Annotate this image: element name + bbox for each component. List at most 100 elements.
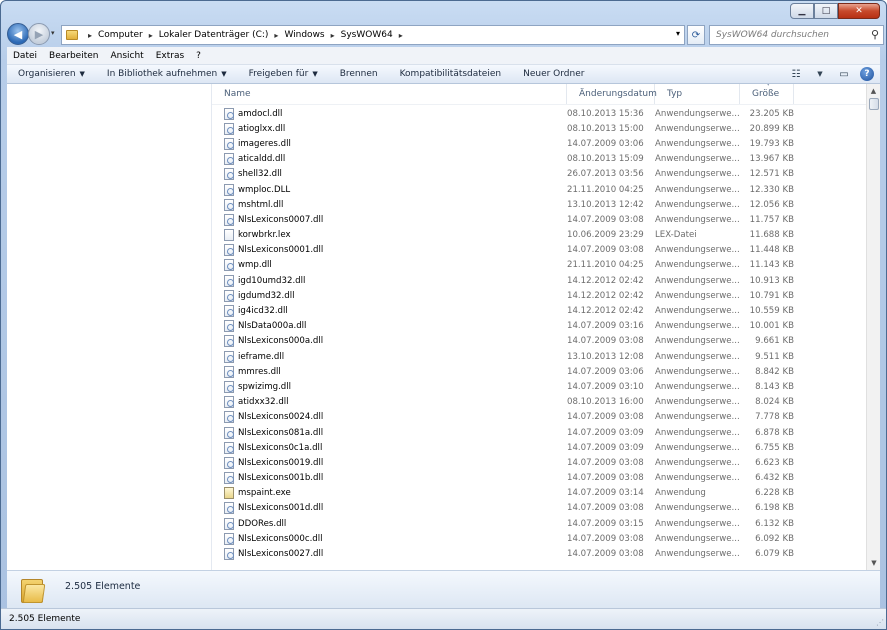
file-name-cell[interactable]: NlsLexicons0001.dll (212, 244, 567, 257)
file-name-cell[interactable]: NlsLexicons000c.dll (212, 532, 567, 545)
table-row[interactable]: NlsLexicons0001.dll 14.07.2009 03:08 Anwen… (212, 243, 866, 258)
file-name-cell[interactable]: NlsLexicons0019.dll (212, 456, 567, 469)
table-row[interactable]: aticaldd.dll 08.10.2013 15:09 Anwendungser… (212, 152, 866, 167)
file-name-cell[interactable]: ieframe.dll (212, 350, 567, 363)
file-name-cell[interactable]: wmp.dll (212, 259, 567, 272)
file-name-cell[interactable]: atioglxx.dll (212, 122, 567, 135)
file-name-cell[interactable]: NlsLexicons081a.dll (212, 426, 567, 439)
search-input[interactable]: SysWOW64 durchsuchen ⚲ (709, 25, 884, 45)
breadcrumb-item[interactable]: Lokaler Datenträger (C:) (159, 30, 269, 40)
table-row[interactable]: NlsLexicons081a.dll 14.07.2009 03:09 Anwen… (212, 425, 866, 440)
table-row[interactable]: korwbrkr.lex 10.06.2009 23:29 LEX-Datei 11.… (212, 228, 866, 243)
file-name-cell[interactable]: DDORes.dll (212, 517, 567, 530)
file-name-cell[interactable]: mspaint.exe (212, 487, 567, 500)
forward-button[interactable]: ▶ (28, 23, 50, 45)
file-list[interactable]: Name Änderungsdatum Typ Größe amdocl.dll… (212, 84, 880, 570)
file-name-cell[interactable]: mmres.dll (212, 365, 567, 378)
file-name-cell[interactable]: amdocl.dll (212, 107, 567, 120)
table-row[interactable]: NlsLexicons001b.dll 14.07.2009 03:08 Anwen… (212, 471, 866, 486)
menu-item[interactable]: Ansicht (110, 51, 143, 61)
recent-pages-dropdown-icon[interactable]: ▾ (51, 29, 55, 37)
breadcrumb-item[interactable]: SysWOW64 (341, 30, 393, 40)
close-button[interactable]: ✕ (838, 3, 880, 19)
compatibility-files-button[interactable]: Kompatibilitätsdateien (389, 69, 513, 79)
back-button[interactable]: ◀ (7, 23, 29, 45)
address-bar[interactable]: ▸ Computer ▸ Lokaler Datenträger (C:) ▸ Windo… (61, 25, 685, 45)
table-row[interactable]: igd10umd32.dll 14.12.2012 02:42 Anwendungs… (212, 273, 866, 288)
scroll-up-icon[interactable]: ▲ (867, 84, 880, 98)
table-row[interactable]: atidxx32.dll 08.10.2013 16:00 Anwendungser… (212, 395, 866, 410)
table-row[interactable]: NlsLexicons0007.dll 14.07.2009 03:08 Anwen… (212, 212, 866, 227)
menu-item[interactable]: Bearbeiten (49, 51, 98, 61)
view-options-icon[interactable]: ☷ (788, 67, 804, 81)
table-row[interactable]: ieframe.dll 13.10.2013 12:08 Anwendungserw… (212, 349, 866, 364)
preview-pane-icon[interactable]: ▭ (836, 67, 852, 81)
column-header-type[interactable]: Typ (655, 84, 740, 104)
table-row[interactable]: NlsLexicons000c.dll 14.07.2009 03:08 Anwen… (212, 531, 866, 546)
menu-item[interactable]: Extras (156, 51, 184, 61)
file-name-cell[interactable]: NlsLexicons0024.dll (212, 411, 567, 424)
breadcrumb-separator-icon[interactable]: ▸ (399, 31, 403, 40)
new-folder-button[interactable]: Neuer Ordner (512, 69, 595, 79)
table-row[interactable]: shell32.dll 26.07.2013 03:56 Anwendungserw… (212, 167, 866, 182)
table-row[interactable]: mshtml.dll 13.10.2013 12:42 Anwendungserwe… (212, 197, 866, 212)
file-name-cell[interactable]: shell32.dll (212, 168, 567, 181)
search-icon[interactable]: ⚲ (871, 28, 879, 41)
table-row[interactable]: NlsLexicons0019.dll 14.07.2009 03:08 Anwen… (212, 455, 866, 470)
file-name-cell[interactable]: spwizimg.dll (212, 380, 567, 393)
file-name-cell[interactable]: aticaldd.dll (212, 153, 567, 166)
chevron-down-icon[interactable]: ▼ (812, 67, 828, 81)
table-row[interactable]: mmres.dll 14.07.2009 03:06 Anwendungserwe.… (212, 364, 866, 379)
file-name-cell[interactable]: NlsData000a.dll (212, 320, 567, 333)
vertical-scrollbar[interactable]: ▲ ▼ (866, 84, 880, 570)
file-name-cell[interactable]: atidxx32.dll (212, 396, 567, 409)
breadcrumb-separator-icon[interactable]: ▸ (149, 31, 153, 40)
help-icon[interactable]: ? (860, 67, 874, 81)
table-row[interactable]: NlsLexicons000a.dll 14.07.2009 03:08 Anwen… (212, 334, 866, 349)
refresh-button[interactable]: ⟳ (687, 25, 705, 45)
menu-item[interactable]: Datei (13, 51, 37, 61)
menu-item[interactable]: ? (196, 51, 201, 61)
file-name-cell[interactable]: NlsLexicons001b.dll (212, 472, 567, 485)
burn-button[interactable]: Brennen (329, 69, 389, 79)
column-header-date[interactable]: Änderungsdatum (567, 84, 657, 104)
file-name-cell[interactable]: wmploc.DLL (212, 183, 567, 196)
address-dropdown-icon[interactable]: ▾ (676, 29, 680, 38)
breadcrumb-item[interactable]: Windows (284, 30, 324, 40)
resize-grip-icon[interactable]: ⋰ (876, 618, 884, 627)
column-header-size[interactable]: Größe (740, 84, 794, 104)
scrollbar-thumb[interactable] (869, 98, 879, 110)
minimize-button[interactable]: ▁ (790, 3, 814, 19)
file-name-cell[interactable]: igd10umd32.dll (212, 274, 567, 287)
scroll-down-icon[interactable]: ▼ (867, 556, 880, 570)
breadcrumb-separator-icon[interactable]: ▸ (274, 31, 278, 40)
file-name-cell[interactable]: imageres.dll (212, 137, 567, 150)
include-in-library-button[interactable]: In Bibliothek aufnehmen ▼ (96, 69, 238, 79)
file-name-cell[interactable]: mshtml.dll (212, 198, 567, 211)
maximize-button[interactable]: □ (814, 3, 838, 19)
navigation-pane[interactable] (7, 84, 212, 570)
breadcrumb-item[interactable]: Computer (98, 30, 143, 40)
table-row[interactable]: NlsLexicons0027.dll 14.07.2009 03:08 Anwen… (212, 546, 866, 561)
table-row[interactable]: imageres.dll 14.07.2009 03:06 Anwendungser… (212, 136, 866, 151)
table-row[interactable]: spwizimg.dll 14.07.2009 03:10 Anwendungser… (212, 379, 866, 394)
table-row[interactable]: NlsLexicons001d.dll 14.07.2009 03:08 Anwen… (212, 501, 866, 516)
table-row[interactable]: mspaint.exe 14.07.2009 03:14 Anwendung 6.22… (212, 486, 866, 501)
table-row[interactable]: NlsLexicons0c1a.dll 14.07.2009 03:09 Anwen… (212, 440, 866, 455)
table-row[interactable]: DDORes.dll 14.07.2009 03:15 Anwendungserwe… (212, 516, 866, 531)
table-row[interactable]: wmploc.DLL 21.11.2010 04:25 Anwendungserwe… (212, 182, 866, 197)
file-name-cell[interactable]: NlsLexicons0007.dll (212, 213, 567, 226)
file-name-cell[interactable]: NlsLexicons0c1a.dll (212, 441, 567, 454)
share-with-button[interactable]: Freigeben für ▼ (238, 69, 329, 79)
breadcrumb-separator-icon[interactable]: ▸ (331, 31, 335, 40)
breadcrumb-separator-icon[interactable]: ▸ (88, 31, 92, 40)
organize-button[interactable]: Organisieren ▼ (7, 69, 96, 79)
file-name-cell[interactable]: ig4icd32.dll (212, 305, 567, 318)
table-row[interactable]: atioglxx.dll 08.10.2013 15:00 Anwendungser… (212, 121, 866, 136)
column-header-name[interactable]: Name (212, 84, 567, 104)
table-row[interactable]: amdocl.dll 08.10.2013 15:36 Anwendungserwe… (212, 106, 866, 121)
table-row[interactable]: NlsData000a.dll 14.07.2009 03:16 Anwendung… (212, 319, 866, 334)
table-row[interactable]: ig4icd32.dll 14.12.2012 02:42 Anwendungser… (212, 303, 866, 318)
file-name-cell[interactable]: korwbrkr.lex (212, 229, 567, 242)
file-name-cell[interactable]: NlsLexicons000a.dll (212, 335, 567, 348)
